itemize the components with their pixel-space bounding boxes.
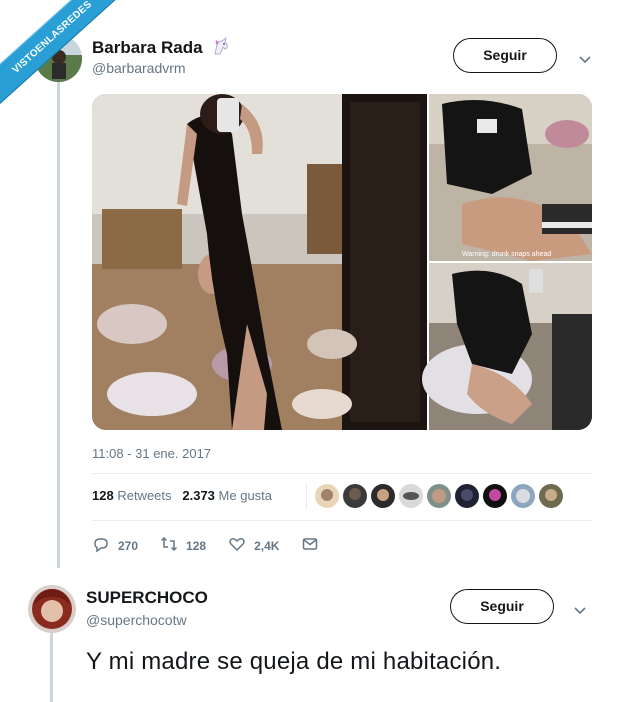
media-grid[interactable]: Warning: drunk snaps ahead bbox=[92, 94, 592, 430]
author-name-text: Barbara Rada bbox=[92, 38, 203, 57]
author-handle[interactable]: @barbaradvrm bbox=[92, 60, 186, 76]
envelope-icon bbox=[301, 535, 319, 556]
author-name[interactable]: Barbara Rada bbox=[92, 36, 231, 61]
avatar[interactable] bbox=[511, 484, 535, 508]
chevron-down-icon[interactable] bbox=[573, 603, 587, 615]
reply-count: 270 bbox=[118, 538, 139, 553]
retweet-count: 128 bbox=[186, 538, 207, 553]
likes-count: 2.373 bbox=[182, 488, 215, 503]
retweets-count: 128 bbox=[92, 488, 114, 503]
divider bbox=[92, 473, 592, 474]
likes-label: Me gusta bbox=[218, 488, 273, 503]
photo-bottom-right[interactable] bbox=[422, 263, 592, 430]
photo-main[interactable] bbox=[92, 94, 427, 430]
reply-text: Y mi madre se queja de mi habitación. bbox=[86, 648, 502, 675]
divider bbox=[92, 520, 592, 521]
retweet-button[interactable]: 128 bbox=[160, 535, 206, 556]
follow-button[interactable]: Seguir bbox=[450, 589, 554, 624]
avatar[interactable] bbox=[427, 484, 451, 508]
page: VISTOENLASREDES Barbara Rada @barbaradvr… bbox=[0, 0, 636, 702]
avatar[interactable] bbox=[315, 484, 339, 508]
like-button[interactable]: 2,4K bbox=[228, 535, 279, 556]
retweets-stat[interactable]: 128 Retweets bbox=[92, 488, 172, 503]
avatar[interactable] bbox=[28, 585, 76, 633]
avatar[interactable] bbox=[483, 484, 507, 508]
avatar[interactable] bbox=[539, 484, 563, 508]
tweet-actions: 270 128 2,4K bbox=[92, 535, 341, 556]
reply-author-name[interactable]: SUPERCHOCO bbox=[86, 588, 208, 608]
retweets-label: Retweets bbox=[117, 488, 172, 503]
avatar[interactable] bbox=[343, 484, 367, 508]
follow-button[interactable]: Seguir bbox=[453, 38, 557, 73]
avatar[interactable] bbox=[399, 484, 423, 508]
heart-icon bbox=[228, 535, 246, 556]
likes-stat[interactable]: 2.373 Me gusta bbox=[182, 488, 272, 503]
photo-top-right[interactable]: Warning: drunk snaps ahead bbox=[429, 94, 592, 261]
retweet-icon bbox=[160, 535, 178, 556]
media-caption: Warning: drunk snaps ahead bbox=[462, 251, 551, 258]
message-button[interactable] bbox=[301, 535, 319, 556]
chevron-down-icon[interactable] bbox=[578, 52, 592, 64]
timestamp[interactable]: 11:08 - 31 ene. 2017 bbox=[92, 446, 211, 461]
thread-line bbox=[50, 633, 53, 702]
avatar[interactable] bbox=[371, 484, 395, 508]
reply-icon bbox=[92, 535, 110, 556]
like-count: 2,4K bbox=[254, 538, 280, 553]
thread-line bbox=[57, 82, 60, 568]
liker-avatars bbox=[306, 484, 563, 510]
unicorn-icon bbox=[211, 36, 231, 61]
tweet-stats: 128 Retweets 2.373 Me gusta bbox=[92, 488, 272, 503]
avatar[interactable] bbox=[455, 484, 479, 508]
reply-author-handle[interactable]: @superchocotw bbox=[86, 612, 187, 628]
reply-button[interactable]: 270 bbox=[92, 535, 138, 556]
